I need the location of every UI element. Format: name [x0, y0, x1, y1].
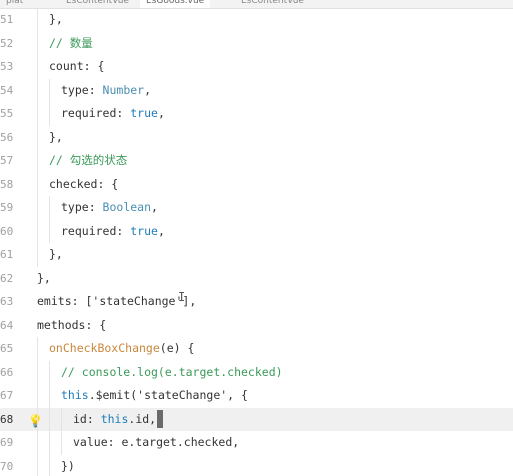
code-text: required: true, — [61, 220, 165, 244]
line-number: 64 — [0, 318, 14, 332]
line-number: 63 — [0, 295, 14, 308]
code-text: emits: ['stateChange'], — [37, 290, 196, 314]
code-text: this.$emit('stateChange', { — [61, 384, 248, 408]
line-number: 52 — [0, 36, 14, 50]
code-token: Number — [102, 82, 145, 97]
code-line: 70 }) — [0, 454, 513, 476]
code-text: checked: { — [49, 176, 119, 191]
code-token: true — [130, 106, 158, 120]
line-number: 59 — [0, 201, 14, 214]
line-number: 69 — [0, 436, 14, 449]
tab-escontent[interactable]: EsContentVue — [60, 0, 135, 8]
line-number: 65 — [0, 342, 14, 355]
line-number: 68 — [0, 412, 14, 426]
tab-esgoods[interactable]: EsGoods.vue — [140, 0, 211, 8]
code-token: Boolean — [102, 200, 152, 214]
line-number: 51 — [0, 13, 14, 26]
line-number: 66 — [0, 365, 14, 379]
code-token: , — [157, 223, 165, 238]
code-line: 64 methods: { — [0, 314, 513, 338]
code-line: 62 }, — [0, 267, 513, 291]
code-line: 69 value: e.target.checked, — [0, 431, 513, 455]
code-line: 51 }, — [0, 8, 513, 32]
code-line: 55 required: true, — [0, 102, 513, 126]
code-line: 57 // 勾选的状态 — [0, 149, 513, 173]
code-line: 60 required: true, — [0, 219, 513, 244]
code-comment: // console.log(e.target.checked) — [61, 364, 283, 379]
code-token: .$emit('stateChange', { — [88, 388, 248, 402]
code-text: }, — [49, 129, 63, 144]
lightbulb-icon[interactable]: 💡 — [28, 414, 43, 428]
line-number: 70 — [0, 459, 14, 473]
code-line: 67 this.$emit('stateChange', { — [0, 384, 513, 408]
code-line: 59 type: Boolean, — [0, 196, 513, 220]
line-number: 62 — [0, 271, 14, 285]
code-token: , — [144, 82, 152, 97]
tab-escontent-2[interactable]: EsContentVue — [235, 0, 310, 8]
code-token: required: — [61, 223, 131, 238]
code-text: methods: { — [37, 317, 107, 332]
code-text: }, — [37, 270, 51, 285]
code-line: 65 onCheckBoxChange(e) { — [0, 337, 513, 361]
code-token: , — [157, 106, 165, 120]
code-text: id: this.id, — [73, 408, 164, 432]
code-line: 52 // 数量 — [0, 31, 513, 55]
code-text: }) — [61, 458, 75, 473]
line-number: 67 — [0, 389, 14, 402]
code-text: count: { — [49, 59, 105, 73]
code-token: (e) { — [159, 341, 195, 355]
code-token: .id, — [128, 411, 157, 426]
code-text: type: Boolean, — [61, 196, 158, 220]
code-line: 66 // console.log(e.target.checked) — [0, 360, 513, 384]
mouse-ibeam-icon: I — [178, 290, 186, 304]
code-editor[interactable]: 51 }, 52 // 数量 53 count: { 54 type: Numb… — [0, 8, 513, 476]
code-line: 58 checked: { — [0, 172, 513, 196]
code-comment: // 勾选的状态 — [49, 153, 128, 167]
code-line: 61 }, — [0, 243, 513, 267]
code-line: 54 type: Number, — [0, 78, 513, 103]
code-text: type: Number, — [61, 79, 151, 103]
code-token: type: — [61, 200, 103, 214]
code-token: type: — [61, 82, 103, 97]
code-text: }, — [49, 247, 63, 261]
text-cursor — [157, 410, 164, 428]
line-number: 61 — [0, 248, 14, 261]
code-text: }, — [49, 12, 63, 26]
line-number: 58 — [0, 177, 14, 191]
line-number: 57 — [0, 154, 14, 167]
tab-plat[interactable]: plat — [0, 0, 29, 8]
code-token: this — [100, 411, 129, 426]
code-comment: // 数量 — [49, 35, 93, 50]
code-token: 'stateChange' — [92, 294, 183, 308]
code-line-current: 68 💡 id: this.id, — [0, 407, 513, 432]
code-token: onCheckBoxChange — [49, 341, 160, 355]
line-number: 54 — [0, 83, 14, 97]
code-line: 56 }, — [0, 125, 513, 149]
code-token: , — [151, 200, 158, 214]
line-number: 56 — [0, 130, 14, 144]
line-number: 53 — [0, 60, 14, 73]
line-number: 55 — [0, 107, 14, 120]
code-token: emits: [ — [37, 294, 93, 308]
code-token: true — [130, 223, 158, 238]
code-line: 63 emits: ['stateChange'], — [0, 290, 513, 314]
code-text: value: e.target.checked, — [73, 435, 240, 449]
code-token: this — [61, 388, 89, 402]
code-token: id: — [73, 411, 101, 426]
code-text: required: true, — [61, 102, 165, 126]
code-text: onCheckBoxChange(e) { — [49, 337, 194, 361]
line-number: 60 — [0, 224, 14, 238]
code-token: required: — [61, 106, 131, 120]
code-line: 53 count: { — [0, 55, 513, 79]
